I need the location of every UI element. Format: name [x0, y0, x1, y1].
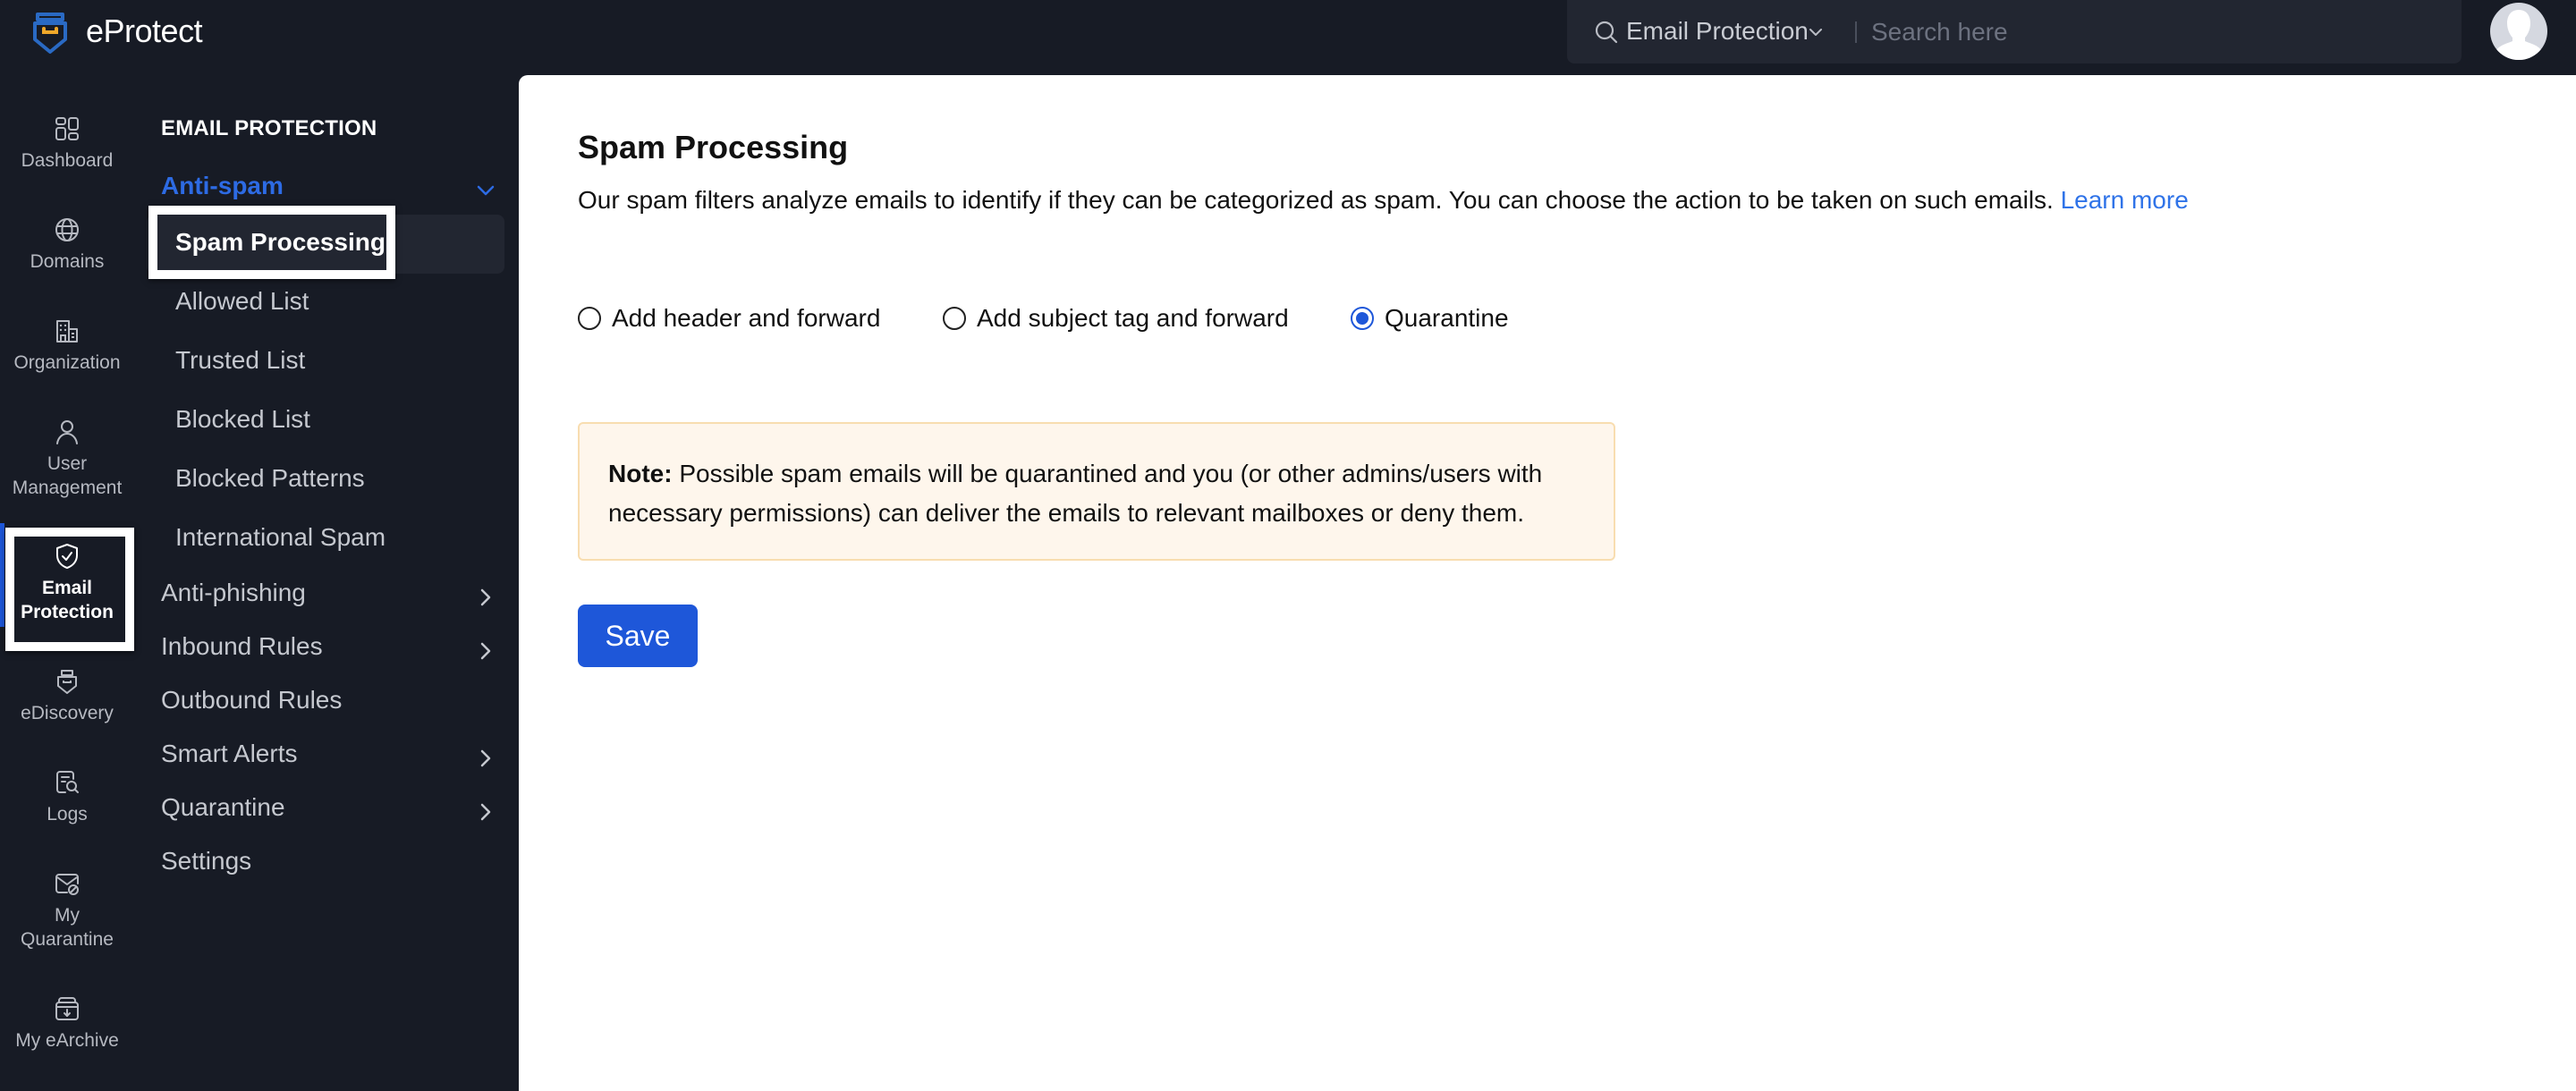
group-label: Anti-phishing — [161, 579, 306, 606]
radio-label: Add header and forward — [612, 304, 881, 332]
search-input[interactable] — [1871, 13, 2426, 52]
ediscovery-icon — [57, 670, 77, 694]
rail-label-line2: Management — [12, 478, 123, 498]
radio-label: Quarantine — [1385, 304, 1509, 332]
top-bar: eProtect Email Protection — [0, 0, 2576, 75]
rail-label: My eArchive — [15, 1030, 119, 1051]
section-heading: EMAIL PROTECTION — [161, 116, 377, 140]
radio-button[interactable] — [943, 307, 966, 330]
rail-label: eDiscovery — [21, 703, 114, 723]
rail-label-line2: Quarantine — [21, 929, 114, 950]
rail-item-dashboard[interactable]: Dashboard — [0, 114, 134, 173]
building-icon — [56, 320, 78, 343]
rail-label-line1: My — [55, 905, 80, 926]
subnav-group-anti-phishing[interactable]: Anti-phishing — [161, 579, 510, 614]
rail-item-ediscovery[interactable]: eDiscovery — [0, 667, 134, 725]
subnav-group-settings[interactable]: Settings — [161, 847, 510, 883]
radio-add-subject-tag-and-forward[interactable]: Add subject tag and forward — [943, 304, 1289, 333]
group-label: Settings — [161, 847, 252, 875]
rail-item-organization[interactable]: Organization — [0, 317, 134, 375]
global-search-bar: Email Protection — [1567, 0, 2462, 63]
subnav-item-blocked-patterns[interactable]: Blocked Patterns — [175, 464, 365, 493]
chevron-right-icon — [480, 803, 491, 821]
note-line-1: Note: Possible spam emails will be quara… — [608, 454, 1585, 494]
note-label: Note: — [608, 460, 673, 487]
shield-check-icon — [56, 544, 78, 569]
rail-item-email-protection[interactable]: Email Protection — [0, 542, 134, 624]
radio-add-header-and-forward[interactable]: Add header and forward — [578, 304, 880, 333]
subnav-group-quarantine[interactable]: Quarantine — [161, 793, 510, 829]
rail-label: Organization — [13, 352, 121, 373]
logs-search-icon — [56, 771, 79, 793]
subnav-item-blocked-list[interactable]: Blocked List — [175, 405, 310, 434]
radio-label: Add subject tag and forward — [977, 304, 1289, 332]
dashboard-icon — [55, 117, 79, 140]
radio-button[interactable] — [578, 307, 601, 330]
note-text: Possible spam emails will be quarantined… — [679, 460, 1543, 487]
rail-item-my-earchive[interactable]: My eArchive — [0, 994, 134, 1053]
description-text: Our spam filters analyze emails to ident… — [578, 186, 2054, 214]
secondary-sidebar: EMAIL PROTECTION Anti-spam Spam Processi… — [143, 75, 519, 1091]
brand-name: eProtect — [86, 13, 203, 49]
page-description: Our spam filters analyze emails to ident… — [578, 186, 2189, 215]
page-title: Spam Processing — [578, 129, 849, 165]
rail-label: Logs — [47, 804, 88, 825]
globe-icon — [55, 218, 79, 241]
subnav-item-allowed-list[interactable]: Allowed List — [175, 287, 309, 316]
group-label: Outbound Rules — [161, 686, 343, 714]
main-content: Spam Processing Our spam filters analyze… — [519, 75, 2576, 1091]
subnav-item-trusted-list[interactable]: Trusted List — [175, 346, 305, 375]
subnav-group-smart-alerts[interactable]: Smart Alerts — [161, 740, 510, 775]
group-label: Anti-spam — [161, 172, 284, 199]
group-label: Inbound Rules — [161, 632, 323, 660]
radio-quarantine[interactable]: Quarantine — [1351, 304, 1509, 333]
rail-label-line1: Email — [41, 578, 93, 598]
note-line-2: necessary permissions) can deliver the e… — [608, 499, 1525, 527]
chevron-right-icon — [480, 588, 491, 606]
learn-more-link[interactable]: Learn more — [2061, 186, 2189, 214]
rail-item-user-management[interactable]: User Management — [0, 418, 134, 500]
subnav-group-inbound-rules[interactable]: Inbound Rules — [161, 632, 510, 668]
radio-button-selected[interactable] — [1351, 307, 1374, 330]
search-scope-dropdown[interactable]: Email Protection — [1626, 17, 1809, 46]
chevron-down-icon[interactable] — [1807, 23, 1825, 41]
rail-label-line1: User — [47, 453, 88, 474]
rail-item-my-quarantine[interactable]: My Quarantine — [0, 869, 134, 951]
mail-blocked-icon — [55, 874, 79, 895]
user-icon — [56, 420, 78, 444]
rail-item-domains[interactable]: Domains — [0, 216, 134, 274]
search-divider — [1855, 21, 1857, 43]
subnav-item-spam-processing[interactable]: Spam Processing — [175, 228, 386, 257]
subnav-group-anti-spam[interactable]: Anti-spam — [161, 172, 510, 207]
eprotect-logo-icon — [33, 13, 67, 54]
chevron-right-icon — [480, 642, 491, 660]
group-label: Quarantine — [161, 793, 285, 821]
user-avatar[interactable] — [2490, 3, 2547, 60]
info-note: Note: Possible spam emails will be quara… — [578, 422, 1615, 561]
rail-item-logs[interactable]: Logs — [0, 768, 134, 826]
primary-nav-rail: Dashboard Domains Organization User Mana… — [0, 75, 134, 1091]
rail-label: Dashboard — [21, 150, 114, 171]
subnav-group-outbound-rules[interactable]: Outbound Rules — [161, 686, 510, 722]
subnav-item-international-spam[interactable]: International Spam — [175, 523, 386, 552]
chevron-right-icon — [480, 749, 491, 767]
save-button[interactable]: Save — [578, 605, 698, 667]
rail-label: Domains — [30, 251, 105, 272]
user-silhouette-icon — [2496, 10, 2541, 60]
archive-icon — [55, 997, 79, 1020]
chevron-down-icon — [477, 185, 495, 196]
search-icon — [1595, 21, 1618, 44]
group-label: Smart Alerts — [161, 740, 298, 767]
rail-label-line2: Protection — [21, 602, 114, 622]
